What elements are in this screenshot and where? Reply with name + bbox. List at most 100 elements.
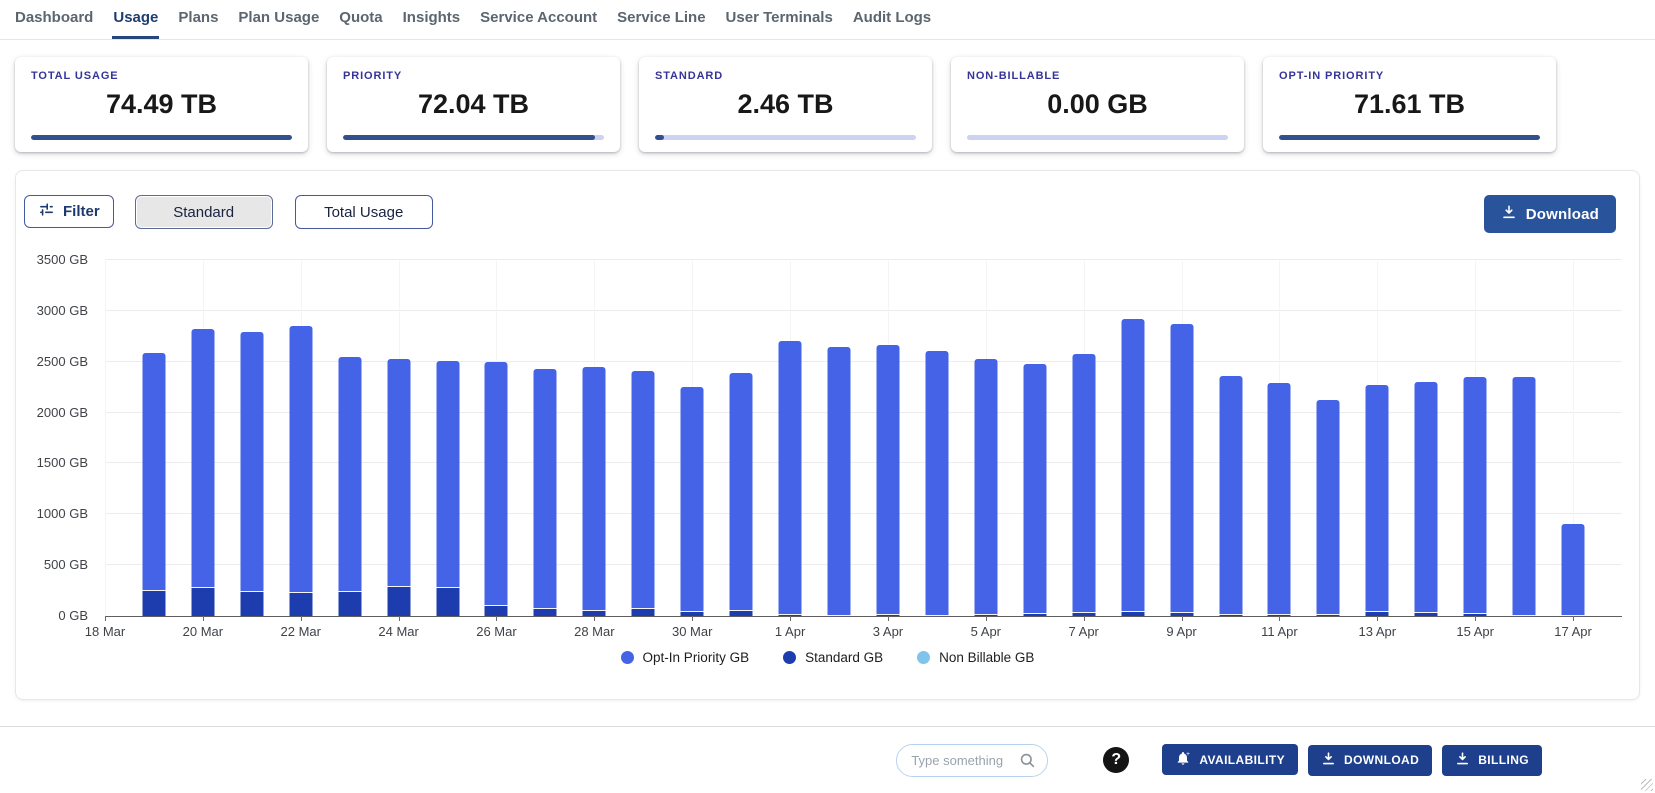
nav-item-usage[interactable]: Usage	[112, 0, 159, 39]
footer-button-label: DOWNLOAD	[1344, 753, 1419, 767]
bar-4-apr[interactable]	[925, 351, 948, 616]
chart-controls: Filter Standard Total Usage Download	[16, 195, 1639, 237]
availability-button[interactable]: AVAILABILITY	[1162, 744, 1298, 775]
x-axis-label: 30 Mar	[672, 624, 712, 639]
x-gridline	[105, 261, 106, 616]
stat-card-standard: STANDARD 2.46 TB	[639, 57, 932, 152]
stat-cards: TOTAL USAGE74.49 TBPRIORITY72.04 TBSTAND…	[0, 40, 1655, 152]
bar-17-apr[interactable]	[1562, 524, 1585, 616]
bar-6-apr[interactable]	[1023, 364, 1046, 616]
bar-12-apr[interactable]	[1317, 400, 1340, 616]
stat-card-value: 74.49 TB	[31, 89, 292, 120]
download-button[interactable]: DOWNLOAD	[1308, 745, 1432, 776]
bar-segment-standard	[338, 591, 361, 616]
bar-25-mar[interactable]	[436, 361, 459, 616]
x-axis-label: 1 Apr	[775, 624, 805, 639]
x-axis-label: 13 Apr	[1359, 624, 1397, 639]
nav-item-service-line[interactable]: Service Line	[616, 0, 706, 39]
view-button-total-usage[interactable]: Total Usage	[295, 195, 433, 229]
bar-28-mar[interactable]	[583, 367, 606, 616]
bar-2-apr[interactable]	[828, 347, 851, 616]
bar-21-mar[interactable]	[240, 332, 263, 616]
bar-11-apr[interactable]	[1268, 383, 1291, 616]
bar-31-mar[interactable]	[730, 373, 753, 616]
bar-segment-standard	[1072, 612, 1095, 616]
nav-item-insights[interactable]: Insights	[402, 0, 462, 39]
bar-segment-opt-in-priority	[583, 367, 606, 611]
nav-item-user-terminals[interactable]: User Terminals	[725, 0, 834, 39]
bar-segment-standard	[289, 592, 312, 616]
y-gridline	[105, 310, 1622, 311]
billing-button[interactable]: BILLING	[1442, 745, 1542, 776]
x-axis-label: 11 Apr	[1261, 624, 1298, 639]
bar-3-apr[interactable]	[876, 345, 899, 616]
chart-plot[interactable]: 0 GB500 GB1000 GB1500 GB2000 GB2500 GB30…	[105, 261, 1622, 617]
bar-segment-opt-in-priority	[1317, 400, 1340, 614]
bar-29-mar[interactable]	[632, 371, 655, 616]
nav-item-dashboard[interactable]: Dashboard	[14, 0, 94, 39]
legend-label: Non Billable GB	[939, 650, 1034, 665]
filter-button[interactable]: Filter	[24, 195, 114, 228]
bar-segment-standard	[779, 614, 802, 616]
y-axis-label: 3500 GB	[16, 252, 88, 267]
footer-button-label: AVAILABILITY	[1199, 753, 1285, 767]
bar-23-mar[interactable]	[338, 357, 361, 616]
bar-segment-standard	[485, 605, 508, 616]
bar-15-apr[interactable]	[1464, 377, 1487, 616]
bar-10-apr[interactable]	[1219, 376, 1242, 616]
help-button[interactable]: ?	[1103, 747, 1129, 773]
stat-card-total-usage: TOTAL USAGE74.49 TB	[15, 57, 308, 152]
stat-card-value: 71.61 TB	[1279, 89, 1540, 120]
bar-segment-opt-in-priority	[1513, 377, 1536, 615]
download-button[interactable]: Download	[1484, 195, 1616, 233]
bar-8-apr[interactable]	[1121, 319, 1144, 616]
stat-card-label: STANDARD	[655, 70, 916, 82]
bar-segment-opt-in-priority	[1121, 319, 1144, 611]
bar-segment-opt-in-priority	[1366, 385, 1389, 612]
y-gridline	[105, 259, 1622, 260]
stat-card-value: 2.46 TB	[655, 89, 916, 120]
y-axis-label: 0 GB	[16, 608, 88, 623]
bar-20-mar[interactable]	[191, 329, 214, 616]
resize-grip[interactable]	[1641, 779, 1653, 791]
top-nav: Dashboard Usage Plans Plan Usage Quota Insigh…	[0, 0, 1655, 40]
bar-24-mar[interactable]	[387, 359, 410, 616]
nav-item-quota[interactable]: Quota	[338, 0, 383, 39]
bar-22-mar[interactable]	[289, 326, 312, 616]
bar-segment-opt-in-priority	[876, 345, 899, 614]
bar-26-mar[interactable]	[485, 362, 508, 616]
bar-5-apr[interactable]	[974, 359, 997, 616]
bar-14-apr[interactable]	[1415, 382, 1438, 616]
download-label: Download	[1526, 206, 1599, 223]
x-axis-label: 28 Mar	[574, 624, 614, 639]
bell-plus-icon	[1175, 750, 1191, 769]
x-axis-label: 22 Mar	[281, 624, 321, 639]
bar-9-apr[interactable]	[1170, 324, 1193, 616]
nav-item-plans[interactable]: Plans	[177, 0, 219, 39]
y-gridline	[105, 513, 1622, 514]
bar-segment-standard	[240, 591, 263, 616]
bar-1-apr[interactable]	[779, 341, 802, 616]
stat-card-progress-track	[1279, 135, 1540, 140]
nav-item-service-account[interactable]: Service Account	[479, 0, 598, 39]
bar-segment-opt-in-priority	[974, 359, 997, 614]
bottom-bar: ? AVAILABILITY DOWNLOAD BILLING	[0, 726, 1655, 793]
stat-card-progress-fill	[31, 135, 292, 140]
nav-item-audit-logs[interactable]: Audit Logs	[852, 0, 932, 39]
bar-segment-standard	[1268, 614, 1291, 616]
bar-27-mar[interactable]	[534, 369, 557, 616]
bar-19-mar[interactable]	[142, 353, 165, 616]
bar-segment-standard	[1023, 613, 1046, 616]
bar-30-mar[interactable]	[681, 387, 704, 616]
bar-segment-opt-in-priority	[191, 329, 214, 587]
bar-segment-standard	[191, 587, 214, 616]
bar-13-apr[interactable]	[1366, 385, 1389, 616]
bar-7-apr[interactable]	[1072, 354, 1095, 616]
x-axis-label: 7 Apr	[1069, 624, 1099, 639]
bar-segment-opt-in-priority	[1170, 324, 1193, 613]
stat-card-progress-track	[343, 135, 604, 140]
nav-item-plan-usage[interactable]: Plan Usage	[237, 0, 320, 39]
bar-segment-standard	[1464, 613, 1487, 616]
view-button-standard[interactable]: Standard	[135, 195, 273, 229]
bar-16-apr[interactable]	[1513, 377, 1536, 616]
